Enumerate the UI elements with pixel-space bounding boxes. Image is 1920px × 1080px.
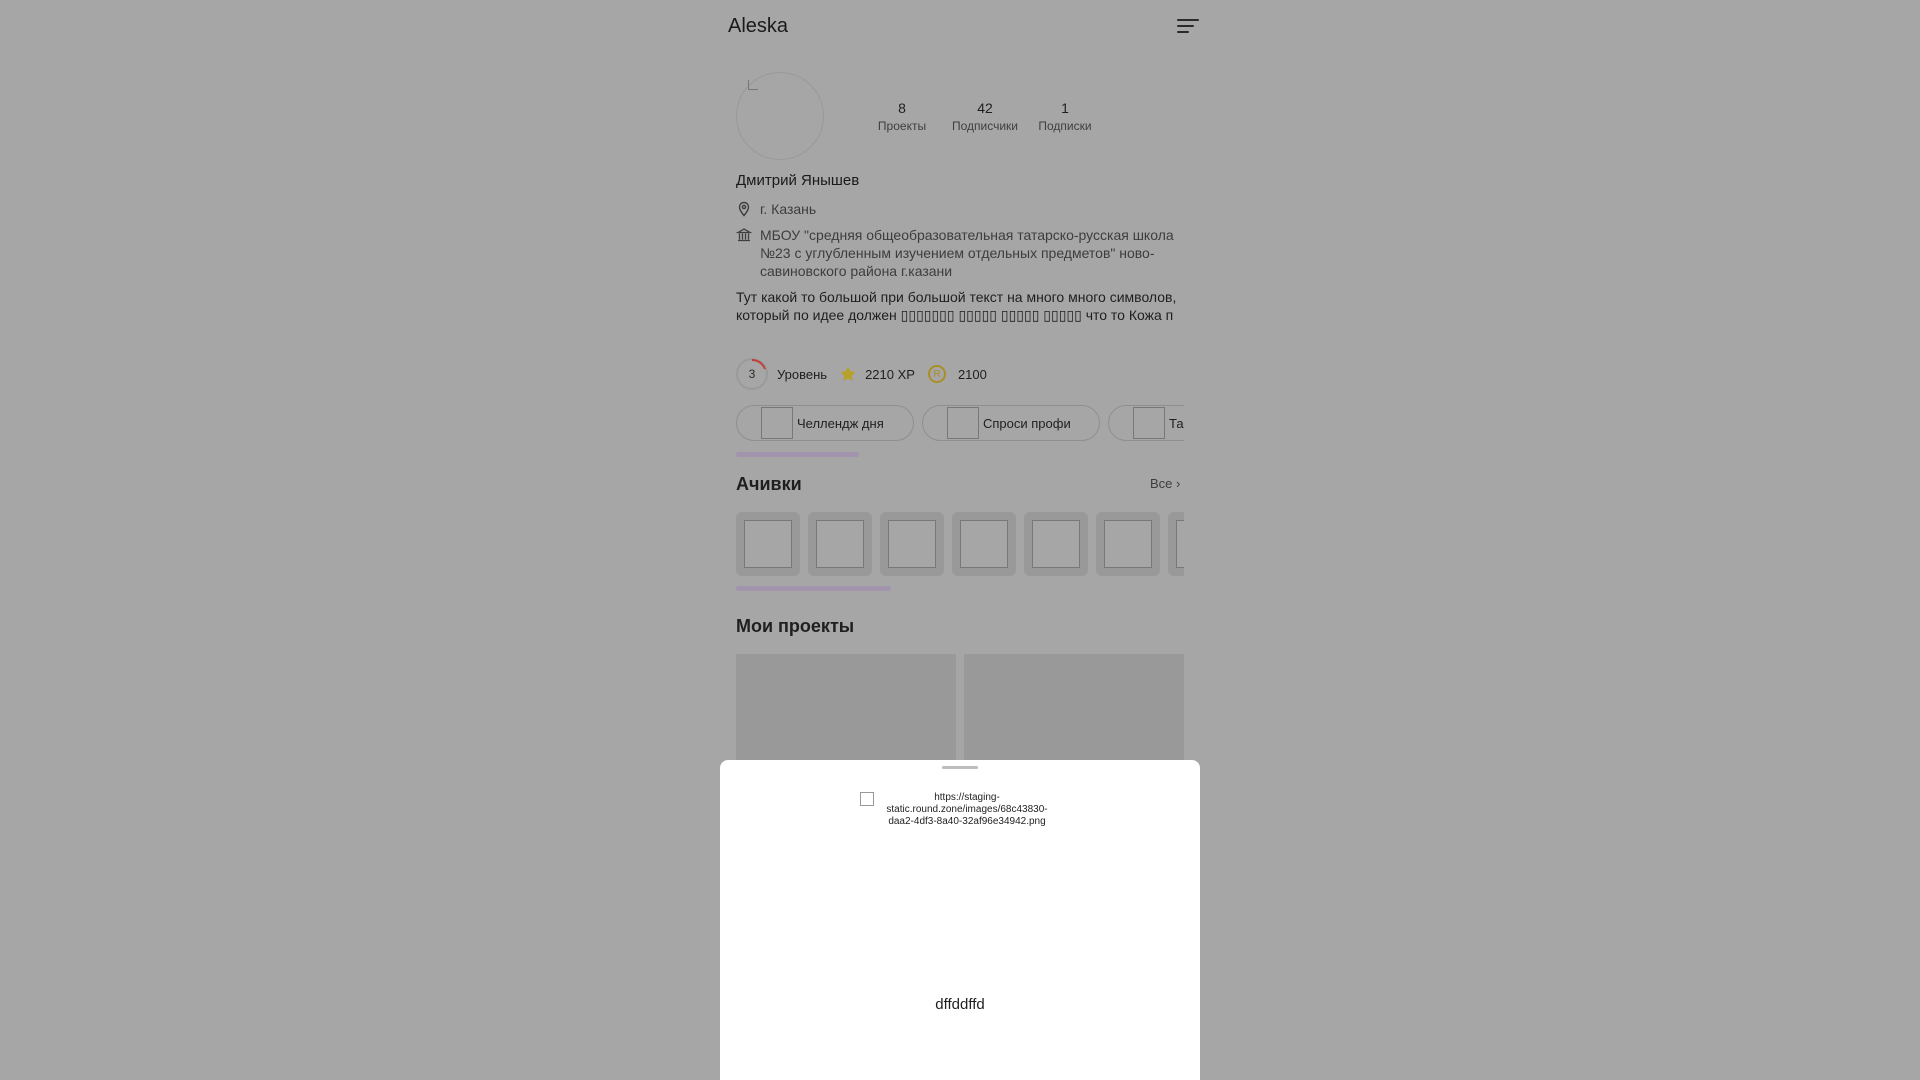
achievements-title: Ачивки (736, 474, 802, 494)
pill-third[interactable]: Та (1108, 405, 1184, 441)
star-icon (840, 366, 856, 381)
school-text: МБОУ "средняя общеобразовательная татарс… (760, 227, 1174, 279)
bio-text: Тут какой то большой при большой текст н… (736, 289, 1177, 323)
pill-challenge[interactable]: Челлендж дня (736, 405, 914, 441)
stat-label: Подписчики (951, 119, 1018, 133)
coin-symbol: R (933, 368, 941, 380)
pill-label: Челлендж дня (797, 415, 884, 431)
level-row: 3 Уровень 2210 XP R 2100 (736, 358, 987, 390)
stat-projects[interactable]: 8 Проекты (872, 100, 932, 133)
broken-image-icon (888, 520, 936, 568)
broken-image-icon (1104, 520, 1152, 568)
broken-image-icon (748, 80, 758, 90)
quick-actions: Челлендж дня Спроси профи Та (736, 405, 1184, 443)
school-row: МБОУ "средняя общеобразовательная татарс… (736, 226, 1186, 280)
broken-image-icon (761, 407, 793, 439)
achievement-item[interactable] (1168, 512, 1184, 576)
profile-name: Дмитрий Янышев (736, 172, 860, 189)
stat-following[interactable]: 1 Подписки (1034, 100, 1096, 133)
achievements-all-link[interactable]: Все › (1150, 476, 1180, 491)
project-card[interactable] (736, 654, 956, 764)
achievement-item[interactable] (1024, 512, 1088, 576)
xp-value: 2210 XP (865, 366, 915, 382)
city-row: г. Казань (736, 200, 1186, 218)
coin-value: 2100 (957, 366, 987, 382)
achievements-list (736, 512, 1184, 576)
sheet-drag-handle[interactable] (942, 766, 978, 769)
school-building-icon (736, 228, 752, 242)
city-text: г. Казань (760, 201, 817, 217)
broken-image-icon (744, 520, 792, 568)
broken-image-icon (1133, 407, 1165, 439)
coin-icon: R (927, 365, 946, 383)
achievement-item[interactable] (1096, 512, 1160, 576)
broken-image-icon (816, 520, 864, 568)
pill-label: Та (1169, 415, 1184, 431)
achievements-scrollbar[interactable] (736, 586, 891, 591)
sheet-text: dffddffd (935, 996, 985, 1013)
location-pin-icon (738, 201, 750, 217)
broken-image-icon (860, 792, 874, 806)
stat-value: 8 (898, 100, 906, 116)
pill-label: Спроси профи (983, 415, 1071, 431)
bottom-sheet: https://staging-static.round.zone/images… (720, 760, 1200, 1080)
sheet-image: https://staging-static.round.zone/images… (860, 792, 1060, 828)
pill-ask-pro[interactable]: Спроси профи (922, 405, 1100, 441)
app-title: Aleska (728, 15, 789, 37)
achievement-item[interactable] (880, 512, 944, 576)
stat-value: 1 (1061, 100, 1069, 116)
stat-followers[interactable]: 42 Подписчики (945, 100, 1025, 133)
stat-label: Подписки (1038, 119, 1092, 133)
broken-image-icon (960, 520, 1008, 568)
broken-image-icon (1176, 520, 1184, 568)
achievement-item[interactable] (808, 512, 872, 576)
stat-value: 42 (977, 100, 993, 116)
menu-icon[interactable] (1177, 19, 1199, 35)
level-label: Уровень (777, 366, 828, 382)
pills-scrollbar[interactable] (736, 452, 859, 457)
broken-image-icon (1032, 520, 1080, 568)
achievement-item[interactable] (736, 512, 800, 576)
level-badge: 3 (736, 358, 768, 390)
project-card[interactable] (964, 654, 1184, 764)
stat-label: Проекты (877, 119, 927, 133)
projects-title: Мои проекты (736, 616, 855, 636)
top-bar: Aleska (720, 0, 1200, 56)
level-progress-icon (751, 359, 766, 370)
achievement-item[interactable] (952, 512, 1016, 576)
broken-image-icon (947, 407, 979, 439)
image-alt-text: https://staging-static.round.zone/images… (886, 792, 1048, 827)
